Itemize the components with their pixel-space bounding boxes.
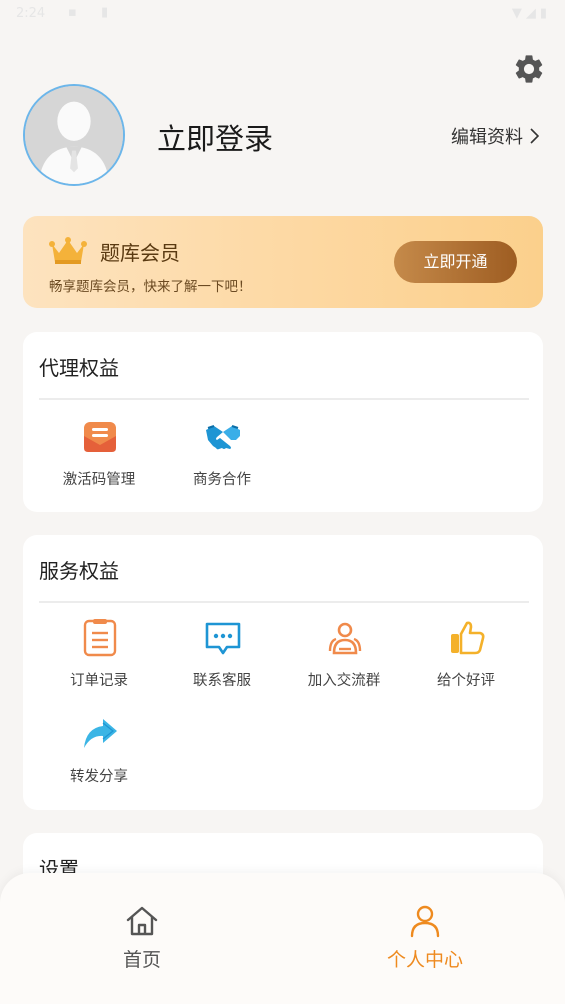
grid-item-label: 激活码管理 [62,472,136,488]
grid-item-share[interactable]: 转发分享 [44,715,154,795]
grid-item-label: 加入交流群 [307,673,381,689]
grid-item-contact-service[interactable]: 联系客服 [167,619,277,699]
share-icon [84,719,117,748]
nav-personal-center-label: 个人中心 [386,949,463,971]
status-bar: 2:24 ▪ ▮ ▼◢▮ [0,0,565,30]
grid-item-activation-code[interactable]: 激活码管理 [44,418,154,498]
chevron-right-icon [530,128,539,144]
edit-profile-link[interactable]: 编辑资料 [451,123,539,149]
handshake-icon [206,425,240,450]
vip-description: 畅享题库会员，快来了解一下吧！ [49,279,252,295]
home-icon [126,906,158,936]
bottom-navigation: 首页 个人中心 [0,873,565,1004]
status-time: 2:24 [16,6,46,21]
vip-membership-card[interactable]: 题库会员 畅享题库会员，快来了解一下吧！ 立即开通 [23,216,543,308]
nav-home[interactable]: 首页 [82,903,202,973]
thumbs-up-icon [451,621,485,655]
agent-section-title: 代理权益 [39,356,119,380]
crown-icon [49,237,87,264]
status-notification-icons: ▪ ▮ [68,5,119,20]
grid-item-label: 订单记录 [70,673,128,689]
grid-item-label: 联系客服 [193,673,251,689]
nav-personal-center[interactable]: 个人中心 [365,903,485,973]
vip-title: 题库会员 [100,241,180,265]
service-section-title: 服务权益 [39,559,119,583]
grid-item-label: 给个好评 [437,673,495,689]
grid-item-label: 转发分享 [70,769,128,785]
divider [39,398,529,400]
default-avatar-icon [25,86,123,184]
divider [39,601,529,603]
login-title[interactable]: 立即登录 [157,116,273,158]
envelope-icon [84,422,116,452]
grid-item-label: 商务合作 [193,472,251,488]
grid-item-order-records[interactable]: 订单记录 [44,619,154,699]
group-icon [328,622,362,655]
nav-home-label: 首页 [122,949,161,971]
grid-item-join-group[interactable]: 加入交流群 [289,619,399,699]
service-benefits-card: 服务权益 订单记录 联系客服 加入交流群 给个好评 转发分享 [23,535,543,810]
grid-item-give-rating[interactable]: 给个好评 [411,619,521,699]
order-list-icon [83,619,117,657]
agent-benefits-card: 代理权益 激活码管理 商务合作 [23,332,543,512]
edit-profile-label: 编辑资料 [451,127,523,148]
status-signal-icons: ▼◢▮ [511,6,551,21]
avatar[interactable] [23,84,125,186]
gear-icon[interactable] [512,52,546,86]
person-icon [410,905,440,938]
activate-vip-button[interactable]: 立即开通 [394,241,517,283]
grid-item-business[interactable]: 商务合作 [167,418,277,498]
chat-icon [205,622,241,655]
